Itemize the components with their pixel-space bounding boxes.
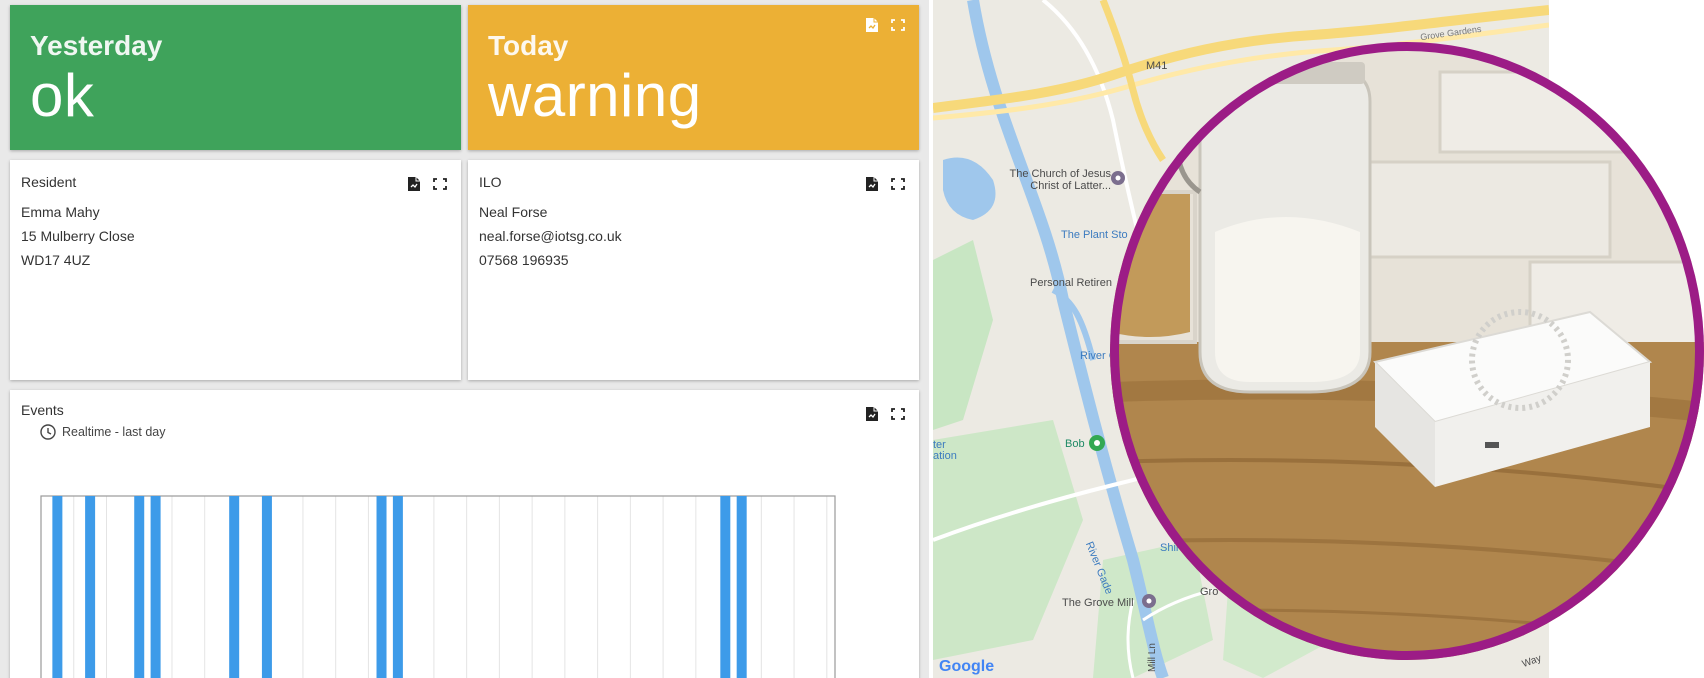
map-label-lane: Mill Ln bbox=[1147, 643, 1158, 672]
map-label-church: The Church of Jesus Christ of Latter... bbox=[1009, 168, 1112, 192]
ilo-email: neal.forse@iotsg.co.uk bbox=[479, 228, 622, 244]
status-yesterday-label: Yesterday bbox=[30, 30, 163, 61]
map-pin-icon[interactable] bbox=[1111, 171, 1125, 185]
status-today-tools bbox=[865, 17, 905, 33]
file-icon[interactable] bbox=[865, 406, 879, 422]
resident-card: Resident Emma Mahy 15 Mulberry Close WD1… bbox=[10, 160, 461, 380]
ilo-phone: 07568 196935 bbox=[479, 252, 569, 268]
event-bar bbox=[229, 496, 240, 678]
status-today-label: Today bbox=[488, 30, 569, 61]
resident-address: 15 Mulberry Close bbox=[21, 228, 135, 244]
resident-tools bbox=[407, 176, 447, 192]
ilo-name: Neal Forse bbox=[479, 204, 548, 220]
event-bar bbox=[376, 496, 387, 678]
map-pin-icon[interactable] bbox=[1142, 594, 1156, 608]
events-card: Events Realtime - last day 10:0012:0014:… bbox=[10, 390, 919, 678]
map-label-plant: The Plant Sto bbox=[1061, 229, 1128, 241]
event-bar bbox=[52, 496, 63, 678]
ilo-info: ILO Neal Forse neal.forse@iotsg.co.uk 07… bbox=[468, 160, 919, 286]
ilo-title: ILO bbox=[479, 174, 502, 190]
resident-postcode: WD17 4UZ bbox=[21, 252, 91, 268]
fullscreen-icon[interactable] bbox=[891, 406, 905, 422]
events-range-label: Realtime - last day bbox=[62, 425, 166, 439]
fullscreen-icon[interactable] bbox=[433, 176, 447, 192]
status-today-card: Today warning bbox=[468, 5, 919, 150]
map-label-water: ter ation bbox=[933, 439, 957, 462]
product-photo bbox=[1110, 42, 1704, 660]
clock-icon bbox=[40, 424, 56, 440]
fullscreen-icon[interactable] bbox=[891, 176, 905, 192]
ilo-tools bbox=[865, 176, 905, 192]
status-yesterday-value: ok bbox=[30, 62, 95, 129]
resident-info: Resident Emma Mahy 15 Mulberry Close WD1… bbox=[10, 160, 461, 286]
events-range[interactable]: Realtime - last day bbox=[40, 424, 166, 440]
events-title: Events bbox=[21, 402, 64, 418]
resident-title: Resident bbox=[21, 174, 77, 190]
file-icon[interactable] bbox=[865, 176, 879, 192]
google-logo: Google bbox=[939, 658, 995, 675]
sensor-photo-image bbox=[1110, 42, 1704, 660]
events-tools bbox=[865, 406, 905, 422]
event-bar bbox=[150, 496, 161, 678]
ilo-card: ILO Neal Forse neal.forse@iotsg.co.uk 07… bbox=[468, 160, 919, 380]
status-today-value: warning bbox=[488, 62, 702, 129]
events-chart: 10:0012:0014:0016:0018:0020:0022:0000:00… bbox=[40, 495, 836, 678]
status-yesterday-card: Yesterday ok bbox=[10, 5, 461, 150]
map-label-bob: Bob bbox=[1065, 438, 1085, 450]
file-icon[interactable] bbox=[407, 176, 421, 192]
event-bar bbox=[261, 496, 272, 678]
map-pin-icon[interactable] bbox=[1089, 435, 1105, 451]
event-bar bbox=[720, 496, 731, 678]
event-bar bbox=[85, 496, 96, 678]
dashboard: Yesterday ok Today warning Resident Emma… bbox=[0, 0, 929, 678]
fullscreen-icon[interactable] bbox=[891, 17, 905, 33]
event-bar bbox=[736, 496, 747, 678]
resident-name: Emma Mahy bbox=[21, 204, 100, 220]
event-bar bbox=[392, 496, 403, 678]
map-label-m41: M41 bbox=[1146, 60, 1168, 72]
map-label-personal: Personal Retiren bbox=[1030, 277, 1112, 289]
file-icon[interactable] bbox=[865, 17, 879, 33]
map-label-grove: The Grove Mill bbox=[1062, 597, 1134, 609]
event-bar bbox=[134, 496, 145, 678]
